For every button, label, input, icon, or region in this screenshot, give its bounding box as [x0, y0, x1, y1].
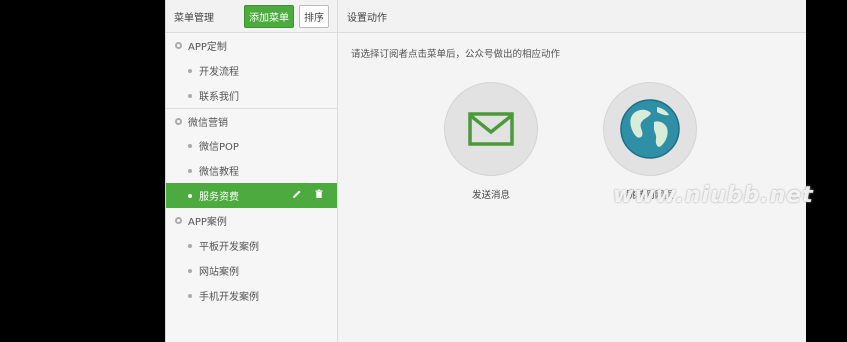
envelope-icon: [468, 112, 514, 146]
menu-item-label: 服务资费: [199, 192, 239, 203]
menu-item-label: 手机开发案例: [199, 292, 259, 303]
dot-bullet-icon: [188, 168, 192, 173]
dot-bullet-icon: [188, 68, 192, 73]
menu-management-panel: 菜单管理 添加菜单 排序 APP定制 开发流程 联系我们 微信营销 微信POP …: [165, 0, 806, 342]
menu-item-actions: [292, 189, 324, 202]
menu-item-label: 微信教程: [199, 167, 239, 178]
dot-bullet-icon: [188, 193, 192, 198]
menu-item-wechat-marketing[interactable]: 微信营销: [166, 108, 337, 133]
send-message-action[interactable]: 发送消息: [443, 82, 539, 201]
menu-list: APP定制 开发流程 联系我们 微信营销 微信POP 微信教程 服务资费 APP…: [166, 33, 337, 308]
menu-item-label: 平板开发案例: [199, 242, 259, 253]
action-circle[interactable]: [603, 82, 697, 176]
watermark: www.niubb.net: [613, 183, 814, 208]
menu-item-label: 联系我们: [199, 92, 239, 103]
menu-item-label: 微信营销: [188, 117, 228, 129]
menu-item-label: 微信POP: [199, 142, 239, 153]
dot-bullet-icon: [188, 143, 192, 148]
circle-bullet-icon: [175, 117, 182, 125]
menu-item-service-fees[interactable]: 服务资费: [166, 183, 337, 208]
action-label: 发送消息: [471, 190, 510, 201]
menu-item-contact-us[interactable]: 联系我们: [166, 83, 337, 108]
dot-bullet-icon: [188, 93, 192, 98]
menu-item-tablet-cases[interactable]: 平板开发案例: [166, 233, 337, 258]
dot-bullet-icon: [188, 268, 192, 273]
circle-bullet-icon: [175, 42, 182, 49]
globe-icon: [620, 99, 680, 159]
pencil-icon[interactable]: [292, 189, 302, 202]
dot-bullet-icon: [188, 293, 192, 298]
dot-bullet-icon: [188, 243, 192, 248]
circle-bullet-icon: [175, 217, 182, 224]
add-menu-button[interactable]: 添加菜单: [244, 4, 294, 28]
menu-item-website-cases[interactable]: 网站案例: [166, 258, 337, 283]
sort-button[interactable]: 排序: [299, 4, 329, 28]
trash-icon[interactable]: [314, 189, 324, 202]
menu-item-label: APP定制: [188, 42, 227, 53]
menu-item-dev-process[interactable]: 开发流程: [166, 58, 337, 83]
sidebar-header: 菜单管理 添加菜单 排序: [166, 0, 337, 33]
action-settings-area: 设置动作 请选择订阅者点击菜单后，公众号做出的相应动作 发送消息 跳转到网页: [338, 0, 806, 342]
menu-item-wechat-pop[interactable]: 微信POP: [166, 133, 337, 158]
menu-item-label: 开发流程: [199, 67, 239, 78]
menu-item-label: APP案例: [188, 217, 227, 228]
menu-item-mobile-cases[interactable]: 手机开发案例: [166, 283, 337, 308]
menu-item-wechat-tutorial[interactable]: 微信教程: [166, 158, 337, 183]
menu-item-app-custom[interactable]: APP定制: [166, 33, 337, 58]
menu-item-app-cases[interactable]: APP案例: [166, 208, 337, 233]
action-description: 请选择订阅者点击菜单后，公众号做出的相应动作: [351, 49, 561, 60]
sidebar: 菜单管理 添加菜单 排序 APP定制 开发流程 联系我们 微信营销 微信POP …: [166, 0, 338, 342]
action-circle[interactable]: [444, 82, 538, 176]
main-title: 设置动作: [347, 12, 387, 24]
main-header: 设置动作: [338, 0, 806, 33]
menu-item-label: 网站案例: [199, 267, 239, 278]
sidebar-title: 菜单管理: [174, 12, 214, 24]
